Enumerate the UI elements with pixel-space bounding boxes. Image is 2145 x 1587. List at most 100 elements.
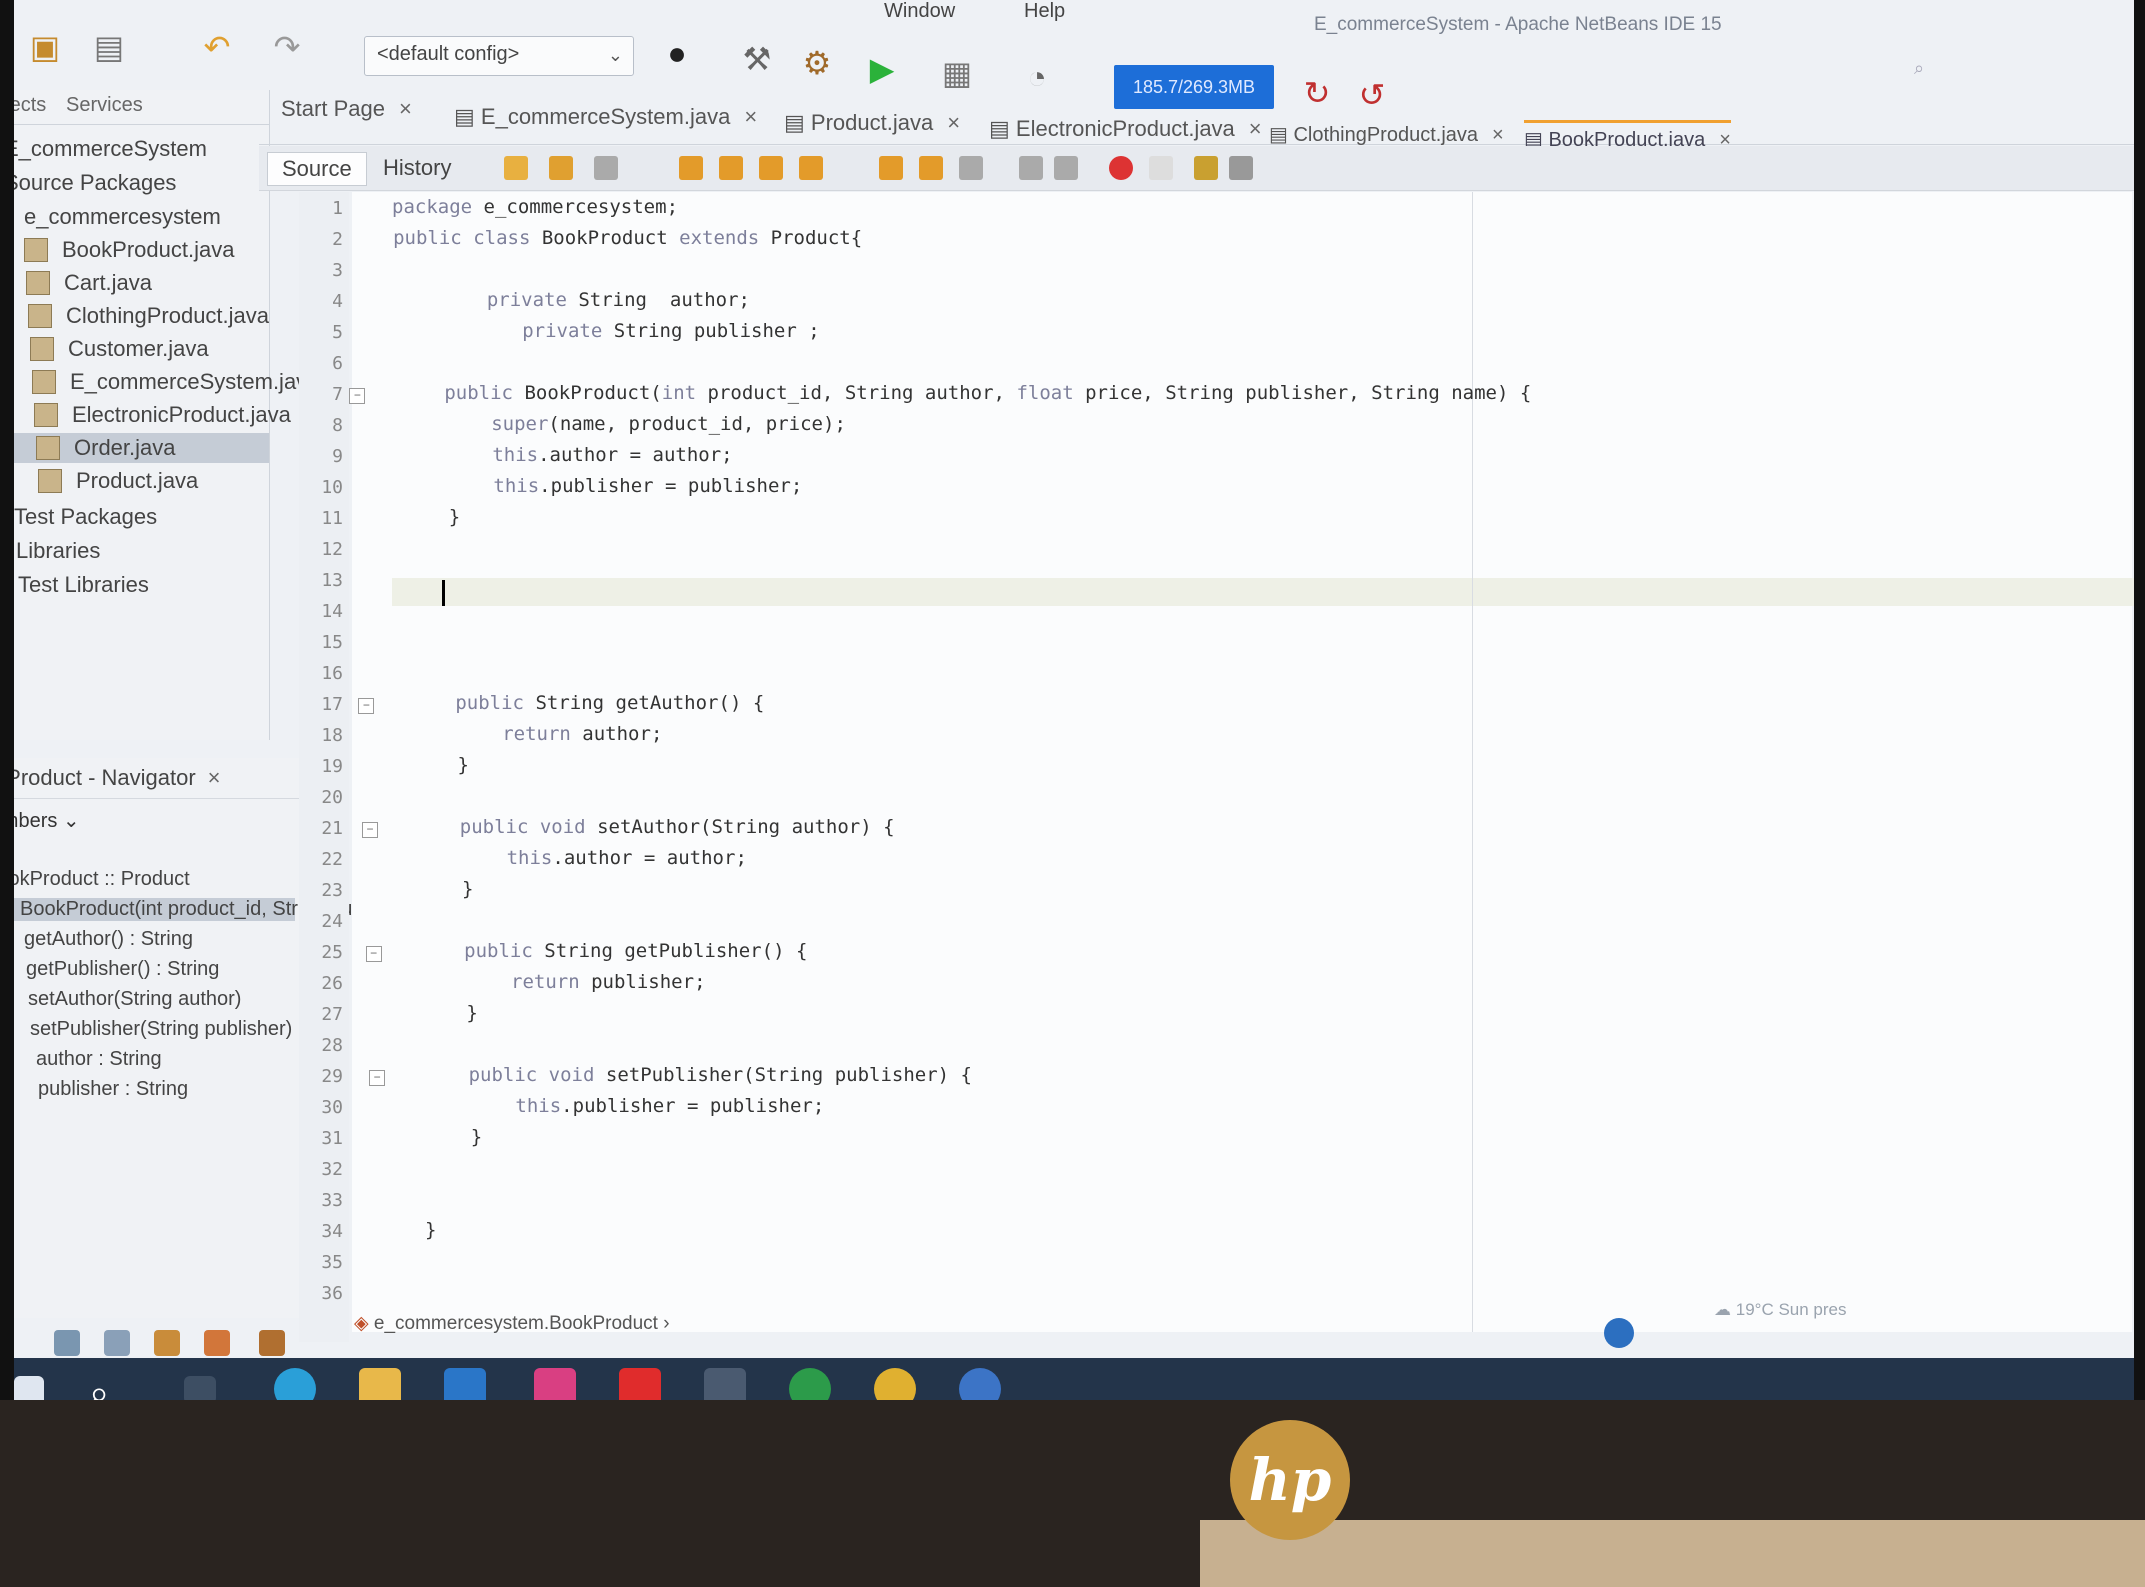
instagram-icon[interactable] — [534, 1368, 576, 1400]
tab-start-page[interactable]: Start Page × — [281, 96, 412, 122]
find-previous-icon[interactable] — [719, 156, 743, 180]
find-icon[interactable] — [679, 156, 703, 180]
notifications-icon[interactable] — [259, 1330, 285, 1356]
fold-toggle-icon[interactable]: − — [362, 822, 378, 838]
navigator-filter-select[interactable]: Members ⌄ — [14, 808, 134, 840]
tab-ecommercesystem[interactable]: ▤ E_commerceSystem.java × — [454, 104, 757, 130]
run-icon[interactable]: ▶ — [859, 46, 905, 92]
config-select[interactable]: <default config> ⌄ — [364, 36, 634, 76]
navigator-member[interactable]: setAuthor(String author) — [28, 988, 241, 1011]
task-view-icon[interactable] — [184, 1376, 216, 1400]
comment-icon[interactable] — [1194, 156, 1218, 180]
file-explorer-icon[interactable] — [359, 1368, 401, 1400]
app-icon[interactable] — [959, 1368, 1001, 1400]
close-icon[interactable]: × — [1492, 124, 1504, 146]
debug-icon[interactable]: ▦ — [934, 50, 980, 96]
java-file-icon — [38, 469, 62, 493]
find-next-icon[interactable] — [759, 156, 783, 180]
tree-item-product[interactable]: Product.java — [38, 466, 198, 496]
fold-toggle-icon[interactable]: − — [365, 946, 382, 962]
tasks-icon[interactable] — [104, 1330, 130, 1356]
close-icon[interactable]: × — [947, 110, 960, 135]
toggle-highlight-icon[interactable] — [799, 156, 823, 180]
palette-icon[interactable] — [204, 1330, 230, 1356]
tree-item-test-packages[interactable]: Test Packages — [14, 502, 157, 532]
tree-item-source-packages[interactable]: Source Packages — [14, 168, 176, 198]
tree-item-project[interactable]: E_commerceSystem — [14, 134, 207, 164]
tree-item-order[interactable]: Order.java — [14, 433, 269, 463]
main-toolbar: ▣ ▤ ↶ ↷ <default config> ⌄ ● ⚒ ⚙ ▶ ▦ ◔ 1… — [14, 10, 2134, 113]
undo-icon[interactable]: ↶ — [194, 24, 240, 70]
last-edit-icon[interactable] — [504, 156, 528, 180]
status-indicator-icon[interactable] — [1604, 1318, 1634, 1348]
tree-item-bookproduct[interactable]: BookProduct.java — [24, 235, 234, 265]
close-icon[interactable]: × — [1249, 116, 1262, 141]
next-bookmark-icon[interactable] — [919, 156, 943, 180]
breadcrumb[interactable]: ◈ e_commercesystem.BookProduct › — [354, 1312, 670, 1335]
search-input[interactable]: ⌕ — [1914, 58, 2104, 90]
navigator-member[interactable]: getPublisher() : String — [26, 958, 219, 981]
redo-icon[interactable]: ↷ — [264, 24, 310, 70]
forward-icon[interactable] — [594, 156, 618, 180]
tree-item-electronicproduct[interactable]: ElectronicProduct.java — [34, 400, 291, 430]
shift-left-icon[interactable] — [1019, 156, 1043, 180]
search-icon[interactable]: ⌕ — [89, 1372, 131, 1400]
tree-item-cart[interactable]: Cart.java — [26, 268, 152, 298]
navigator-member[interactable]: author : String — [36, 1048, 162, 1071]
tree-item-clothingproduct[interactable]: ClothingProduct.java — [28, 301, 269, 331]
store-icon[interactable] — [704, 1368, 746, 1400]
shift-right-icon[interactable] — [1054, 156, 1078, 180]
code-line: return author; — [502, 723, 663, 745]
previous-bookmark-icon[interactable] — [879, 156, 903, 180]
stop-macro-icon[interactable] — [1149, 156, 1173, 180]
navigator-member[interactable]: BookProduct(int product_id, String autho… — [14, 898, 758, 921]
chrome-icon[interactable] — [874, 1368, 916, 1400]
code-line: } — [416, 878, 474, 900]
navigator-member[interactable]: setPublisher(String publisher) — [30, 1018, 292, 1041]
back-icon[interactable] — [549, 156, 573, 180]
close-icon[interactable]: × — [208, 765, 221, 791]
services-icon[interactable] — [154, 1330, 180, 1356]
tab-history[interactable]: History — [369, 152, 465, 184]
line-number: 7 — [332, 384, 343, 405]
toggle-bookmark-icon[interactable] — [959, 156, 983, 180]
line-number: 9 — [332, 446, 343, 467]
uncomment-icon[interactable] — [1229, 156, 1253, 180]
code-editor[interactable]: package e_commercesystem; public class Bo… — [349, 192, 2134, 1332]
tree-item-test-libraries[interactable]: Test Libraries — [18, 570, 149, 600]
code-line: } — [420, 1002, 478, 1024]
fold-toggle-icon[interactable]: − — [369, 1070, 386, 1086]
youtube-icon[interactable] — [619, 1368, 661, 1400]
navigator-class[interactable]: BookProduct :: Product — [14, 868, 190, 891]
tab-projects[interactable]: Projects — [14, 94, 46, 117]
whatsapp-icon[interactable] — [789, 1368, 831, 1400]
new-project-icon[interactable]: ▣ — [22, 24, 68, 70]
tab-source[interactable]: Source — [267, 152, 367, 186]
tree-item-customer[interactable]: Customer.java — [30, 334, 209, 364]
fold-toggle-icon[interactable]: − — [349, 388, 366, 404]
edge-icon[interactable] — [274, 1368, 316, 1400]
tab-clothingproduct[interactable]: ▤ ClothingProduct.java × — [1269, 122, 1504, 147]
java-file-icon — [30, 337, 54, 361]
tree-item-package[interactable]: e_commercesystem — [24, 202, 221, 232]
open-project-icon[interactable]: ▤ — [86, 24, 132, 70]
record-macro-icon[interactable] — [1109, 156, 1133, 180]
tree-item-ecommercesystem[interactable]: E_commerceSystem.java — [32, 367, 319, 397]
tab-services[interactable]: Services — [66, 94, 143, 117]
close-icon[interactable]: × — [744, 104, 757, 129]
tab-product[interactable]: ▤ Product.java × — [784, 110, 960, 136]
start-icon[interactable] — [14, 1376, 44, 1400]
code-line: this.publisher = publisher; — [493, 475, 803, 497]
tree-item-libraries[interactable]: Libraries — [16, 536, 100, 566]
tab-electronicproduct[interactable]: ▤ ElectronicProduct.java × — [989, 116, 1262, 142]
globe-icon[interactable]: ● — [654, 30, 700, 76]
cloud-icon: ☁ — [1714, 1300, 1736, 1319]
hammer-icon[interactable]: ⚒ — [734, 36, 780, 82]
mail-icon[interactable] — [444, 1368, 486, 1400]
output-icon[interactable] — [54, 1330, 80, 1356]
navigator-member[interactable]: getAuthor() : String — [24, 928, 193, 951]
navigator-member[interactable]: publisher : String — [38, 1078, 188, 1101]
close-icon[interactable]: × — [399, 96, 412, 121]
clean-build-icon[interactable]: ⚙ — [794, 40, 840, 86]
fold-toggle-icon[interactable]: − — [358, 698, 375, 714]
